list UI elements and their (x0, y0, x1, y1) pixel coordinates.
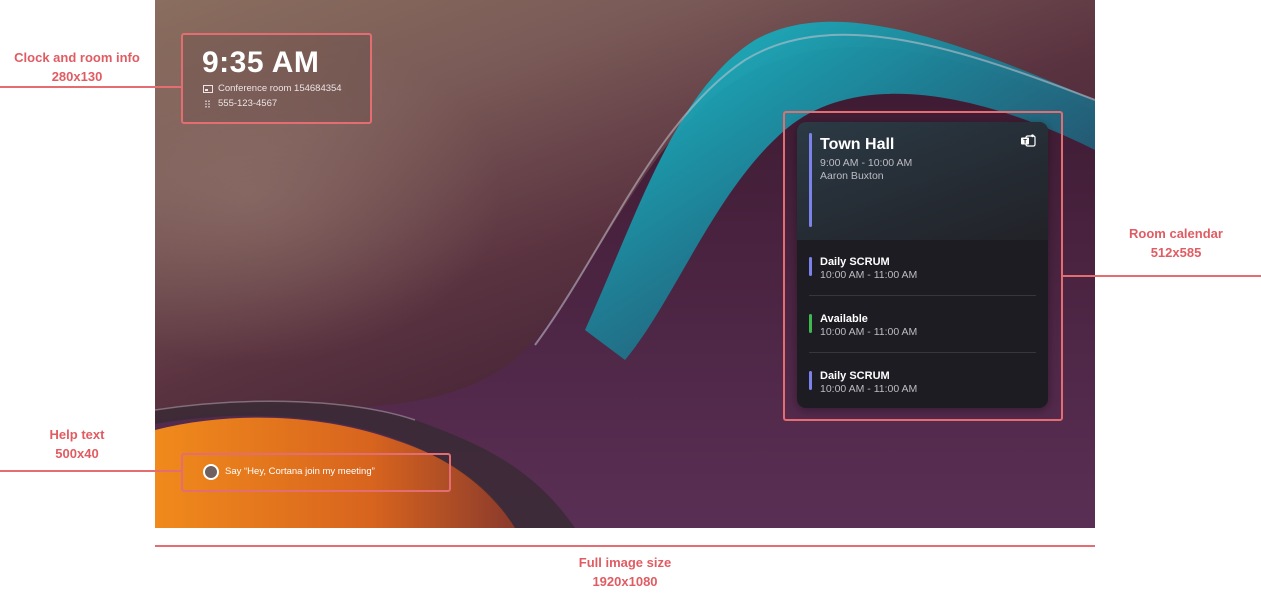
help-annotation-box (181, 453, 451, 492)
full-size-annotation-line (155, 545, 1095, 547)
help-annotation-label: Help text 500x40 (0, 425, 154, 463)
clock-annotation-title: Clock and room info (14, 50, 140, 65)
help-annotation-size: 500x40 (55, 446, 99, 461)
clock-annotation-box (181, 33, 372, 124)
clock-annotation-label: Clock and room info 280x130 (0, 48, 154, 86)
clock-annotation-line (0, 86, 181, 88)
calendar-annotation-line (1063, 275, 1261, 277)
help-annotation-title: Help text (49, 427, 105, 442)
calendar-annotation-size: 512x585 (1150, 245, 1202, 260)
calendar-annotation-box (783, 111, 1063, 421)
full-size-annotation-size: 1920x1080 (592, 574, 658, 589)
full-size-annotation-label: Full image size 1920x1080 (545, 553, 705, 591)
clock-annotation-size: 280x130 (51, 69, 103, 84)
full-size-annotation-title: Full image size (578, 555, 672, 570)
calendar-annotation-title: Room calendar (1129, 226, 1223, 241)
calendar-annotation-label: Room calendar 512x585 (1101, 224, 1251, 262)
help-annotation-line (0, 470, 181, 472)
